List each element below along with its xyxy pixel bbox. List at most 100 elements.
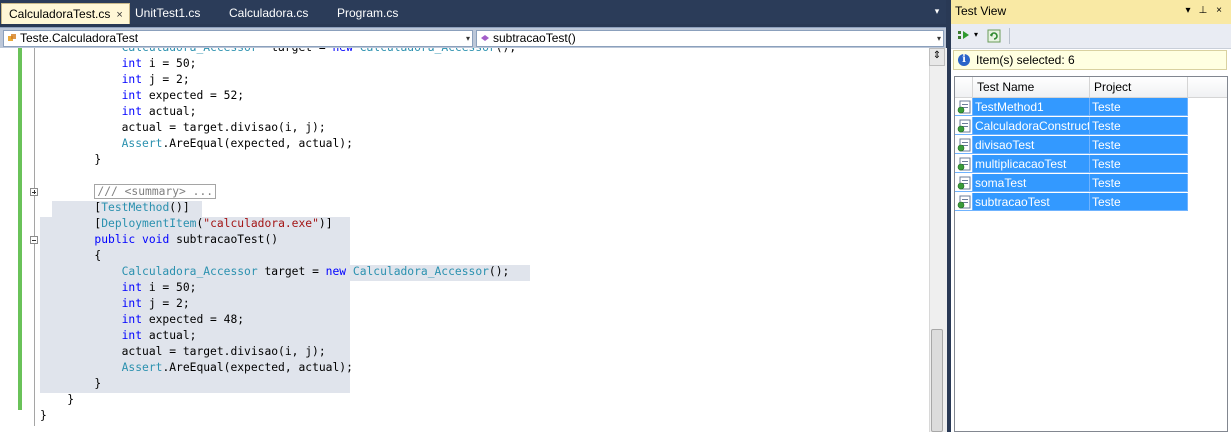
tab-label: CalculadoraTest.cs	[9, 7, 111, 21]
code-token: int	[121, 89, 143, 102]
member-combo[interactable]: subtracaoTest() ▾	[476, 30, 944, 47]
project-cell: Teste	[1090, 136, 1188, 154]
navigation-bar: Teste.CalculadoraTest ▾ subtracaoTest() …	[0, 27, 946, 49]
code-token: public	[94, 233, 136, 246]
unit-test-icon	[957, 176, 971, 190]
code-line: int i = 50;	[40, 56, 197, 72]
code-token: {	[94, 249, 102, 262]
chevron-down-icon[interactable]: ▾	[466, 31, 470, 46]
grid-rows: TestMethod1TesteCalculadoraConstructorTe…	[955, 98, 1227, 418]
code-token: new	[325, 265, 347, 278]
code-token: Calculadora_Accessor	[121, 265, 258, 278]
test-row[interactable]: multiplicacaoTest Teste	[955, 155, 1227, 174]
code-line: }	[40, 392, 74, 408]
code-line: }	[40, 152, 101, 168]
unit-test-icon	[957, 100, 971, 114]
code-token: TestMethod	[101, 201, 170, 214]
code-text[interactable]: Calculadora_Accessor target = new Calcul…	[40, 48, 920, 432]
tab-list-dropdown-icon[interactable]: ▾	[932, 6, 942, 18]
code-token: }	[94, 377, 102, 390]
chevron-down-icon[interactable]: ▾	[937, 31, 941, 46]
code-line: actual = target.divisao(i, j);	[40, 120, 326, 136]
code-token: j = 2;	[142, 73, 190, 86]
test-list-grid: Test Name Project TestMethod1 Teste Calcul…	[954, 76, 1228, 432]
code-line: {	[40, 248, 101, 264]
code-line: int expected = 48;	[40, 312, 244, 328]
code-token: }	[40, 409, 47, 422]
code-line: int i = 50;	[40, 280, 197, 296]
test-row[interactable]: CalculadoraConstructorTestTeste	[955, 117, 1227, 136]
code-token: /// <summary> ...	[94, 184, 217, 199]
code-token: int	[121, 73, 143, 86]
code-token: i = 50;	[142, 57, 197, 70]
test-row[interactable]: TestMethod1 Teste	[955, 98, 1227, 117]
code-token: void	[142, 233, 170, 246]
run-tests-icon[interactable]	[957, 29, 971, 43]
code-line: actual = target.divisao(i, j);	[40, 344, 326, 360]
panel-menu-icon[interactable]: ▾	[1182, 3, 1194, 19]
tab-label: Program.cs	[337, 6, 399, 20]
project-cell: Teste	[1090, 174, 1188, 192]
code-token: ();	[496, 48, 516, 54]
pin-icon[interactable]: ⊥	[1197, 3, 1209, 19]
code-token: ()]	[169, 201, 190, 214]
refresh-icon[interactable]	[987, 29, 1001, 43]
code-line: Calculadora_Accessor target = new Calcul…	[40, 264, 510, 280]
test-name-cell: multiplicacaoTest	[973, 155, 1090, 173]
close-icon[interactable]: ×	[116, 5, 122, 25]
method-icon	[481, 35, 489, 41]
close-icon[interactable]: ×	[1213, 3, 1225, 19]
test-row[interactable]: divisaoTest Teste	[955, 136, 1227, 155]
class-combo[interactable]: Teste.CalculadoraTest ▾	[3, 30, 473, 47]
code-line: Assert.AreEqual(expected, actual);	[40, 136, 353, 152]
run-options-chevron-icon[interactable]: ▾	[974, 30, 978, 39]
code-line: int actual;	[40, 328, 197, 344]
test-view-panel: Test View ▾ ⊥ × ▾ i Item(s) selected: 6 …	[951, 0, 1231, 432]
code-token: )]	[318, 217, 333, 230]
test-name-cell: divisaoTest	[973, 136, 1090, 154]
test-name-cell: CalculadoraConstructorTest	[973, 117, 1090, 135]
test-name-cell: TestMethod1	[973, 98, 1090, 116]
unit-test-icon	[957, 119, 971, 133]
test-name-cell: subtracaoTest	[973, 193, 1090, 211]
grid-header: Test Name Project	[955, 77, 1227, 98]
tab-unittest1-cs[interactable]: UnitTest1.cs	[128, 3, 220, 24]
scrollbar-thumb[interactable]	[931, 329, 943, 432]
code-token: "calculadora.exe"	[203, 217, 319, 230]
project-cell: Teste	[1090, 98, 1188, 116]
column-header-project[interactable]: Project	[1090, 77, 1188, 97]
tab-calculadora-cs[interactable]: Calculadora.cs	[222, 3, 322, 24]
expand-icon[interactable]	[30, 188, 38, 196]
code-token: Calculadora_Accessor	[360, 48, 496, 54]
code-line: Calculadora_Accessor target = new Calcul…	[40, 48, 517, 56]
code-editor[interactable]: Calculadora_Accessor target = new Calcul…	[0, 48, 946, 432]
code-line: public void subtracaoTest()	[40, 232, 278, 248]
tab-calculadoratest-cs[interactable]: CalculadoraTest.cs ×	[1, 3, 130, 24]
code-line: /// <summary> ...	[40, 184, 217, 200]
code-token: Assert	[121, 137, 163, 150]
document-tab-bar: CalculadoraTest.cs × UnitTest1.cs Calcula…	[0, 0, 946, 24]
collapse-icon[interactable]	[30, 236, 38, 244]
tab-program-cs[interactable]: Program.cs	[330, 3, 420, 24]
test-row[interactable]: subtracaoTest Teste	[955, 193, 1227, 212]
code-token: Calculadora_Accessor	[122, 48, 258, 54]
column-header-test-name[interactable]: Test Name	[973, 77, 1090, 97]
code-token: int	[121, 297, 143, 310]
test-row[interactable]: somaTest Teste	[955, 174, 1227, 193]
code-line: int j = 2;	[40, 72, 190, 88]
info-icon: i	[958, 54, 970, 66]
code-token: new	[332, 48, 352, 54]
tab-label: Calculadora.cs	[229, 6, 309, 20]
split-window-icon[interactable]: ⇕	[929, 48, 945, 66]
row-icon-cell	[955, 155, 973, 173]
toolbar-separator	[1009, 28, 1010, 44]
